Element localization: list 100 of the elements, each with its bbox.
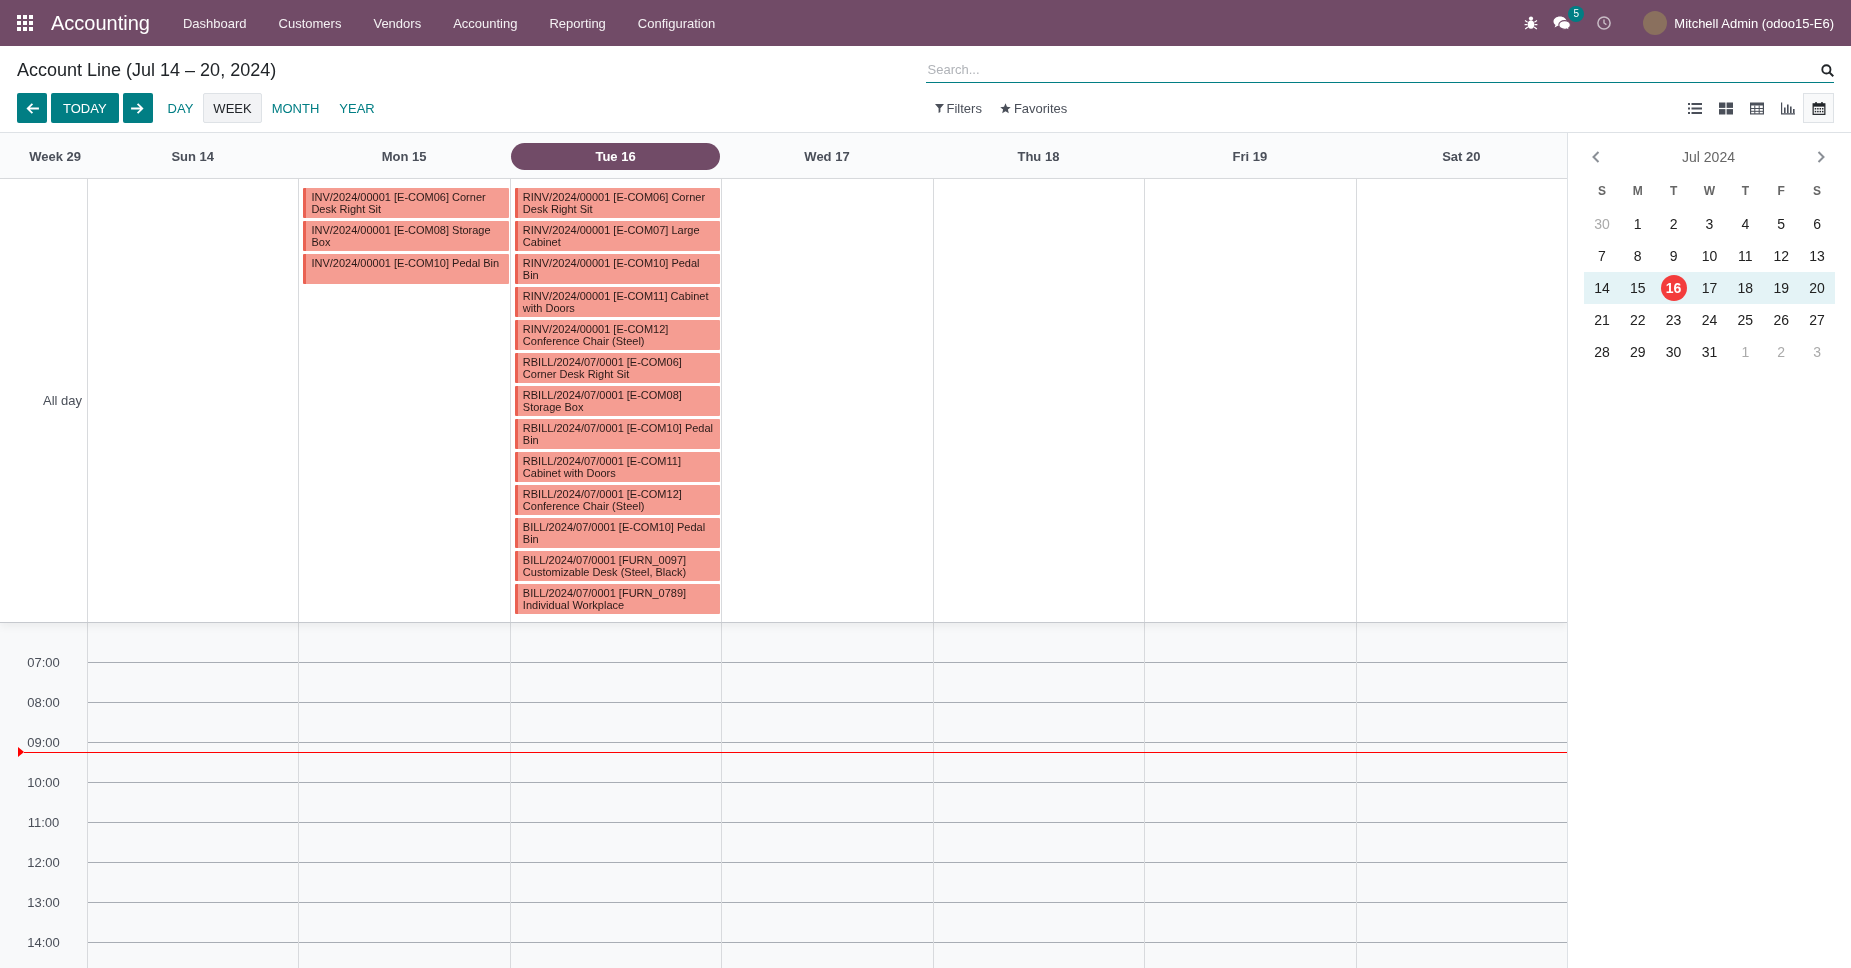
funnel-icon [934, 103, 944, 113]
calendar-day[interactable]: 10 [1696, 243, 1723, 269]
calendar-event[interactable]: RINV/2024/00001 [E-COM11] Cabinet with Doors [514, 287, 721, 317]
nav-menu-item[interactable]: Accounting [437, 15, 534, 31]
scale-tab[interactable]: YEAR [329, 93, 385, 123]
calendar-day[interactable]: 20 [1804, 275, 1831, 301]
today-button[interactable]: TODAY [51, 93, 119, 123]
scale-tab[interactable]: WEEK [203, 93, 262, 123]
calendar-day[interactable]: 3 [1696, 211, 1723, 237]
calendar-event[interactable]: RINV/2024/00001 [E-COM07] Large Cabinet [514, 221, 721, 251]
weekday-label: F [1777, 184, 1785, 198]
calendar-event[interactable]: BILL/2024/07/0001 [E-COM10] Pedal Bin [514, 518, 721, 548]
calendar-event[interactable]: RBILL/2024/07/0001 [E-COM10] Pedal Bin [514, 419, 721, 449]
nav-menu-item[interactable]: Configuration [621, 15, 732, 31]
time-label: 10:00 [27, 774, 60, 790]
search-icon[interactable] [1821, 64, 1834, 77]
nav-menu-item[interactable]: Reporting [533, 15, 622, 31]
weekday-label: S [1813, 184, 1822, 198]
time-label: 09:00 [27, 734, 60, 750]
calendar-day[interactable]: 31 [1696, 339, 1723, 365]
calendar-day[interactable]: 13 [1804, 243, 1831, 269]
time-label: 14:00 [27, 934, 60, 950]
nav-menu-item[interactable]: Dashboard [166, 15, 263, 31]
day-header: Fri 19 [1232, 147, 1268, 166]
weekday-label: T [1741, 184, 1749, 198]
chat-bubbles-icon[interactable] [1553, 15, 1572, 31]
time-label: 13:00 [27, 894, 60, 910]
calendar-event[interactable]: RBILL/2024/07/0001 [E-COM11] Cabinet with Doors [514, 452, 721, 482]
calendar-event[interactable]: INV/2024/00001 [E-COM10] Pedal Bin [303, 254, 509, 284]
calendar-icon [1811, 101, 1826, 115]
clock-icon[interactable] [1597, 16, 1612, 30]
calendar-day[interactable]: 18 [1732, 275, 1759, 301]
calendar-day[interactable]: 11 [1732, 243, 1759, 269]
calendar-day[interactable]: 24 [1696, 307, 1723, 333]
filters-button[interactable]: Filters [934, 93, 982, 123]
calendar-day[interactable]: 17 [1696, 275, 1723, 301]
calendar-day[interactable]: 4 [1732, 211, 1759, 237]
calendar-day[interactable]: 29 [1624, 339, 1651, 365]
calendar-event[interactable]: RBILL/2024/07/0001 [E-COM06] Corner Desk Right Sit [514, 353, 721, 383]
next-button[interactable] [122, 93, 153, 123]
calendar-day[interactable]: 5 [1768, 211, 1795, 237]
search-field[interactable]: Search... [925, 57, 1834, 83]
time-label: 12:00 [27, 854, 60, 870]
calendar-day[interactable]: 6 [1804, 211, 1831, 237]
user-menu[interactable]: Mitchell Admin (odoo15-E6) [1674, 15, 1834, 31]
day-header: Sat 20 [1442, 147, 1481, 166]
calendar-day[interactable]: 25 [1732, 307, 1759, 333]
calendar-day[interactable]: 14 [1588, 275, 1615, 301]
calendar-day[interactable]: 2 [1660, 211, 1687, 237]
chevron-left-icon[interactable] [1592, 151, 1600, 163]
app-name-link[interactable]: Accounting [51, 11, 150, 35]
calendar-event[interactable]: RINV/2024/00001 [E-COM10] Pedal Bin [514, 254, 721, 284]
arrow-right-icon [131, 102, 145, 114]
table-icon [1749, 101, 1764, 115]
bar-chart-icon [1780, 101, 1795, 115]
calendar-day[interactable]: 15 [1624, 275, 1651, 301]
nav-menu-item[interactable]: Customers [262, 15, 358, 31]
star-icon [999, 102, 1011, 114]
day-header: Wed 17 [804, 147, 850, 166]
calendar-day[interactable]: 30 [1660, 339, 1687, 365]
calendar-event[interactable]: BILL/2024/07/0001 [FURN_0789] Individual Workplace [514, 584, 721, 614]
favorites-button[interactable]: Favorites [999, 93, 1068, 123]
bug-icon[interactable] [1524, 16, 1539, 30]
day-header: Mon 15 [381, 147, 427, 166]
calendar-day[interactable]: 16 [1660, 275, 1687, 301]
calendar-day[interactable]: 28 [1588, 339, 1615, 365]
calendar-day[interactable]: 12 [1768, 243, 1795, 269]
time-label: 07:00 [27, 654, 60, 670]
calendar-event[interactable]: RBILL/2024/07/0001 [E-COM12] Conference Chair (Steel) [514, 485, 721, 515]
chevron-right-icon[interactable] [1817, 151, 1825, 163]
weekday-label: W [1703, 184, 1716, 198]
nav-menu-item[interactable]: Vendors [357, 15, 438, 31]
calendar-event[interactable]: RBILL/2024/07/0001 [E-COM08] Storage Box [514, 386, 721, 416]
calendar-event[interactable]: INV/2024/00001 [E-COM08] Storage Box [303, 221, 509, 251]
calendar-day[interactable]: 8 [1624, 243, 1651, 269]
scale-tab[interactable]: DAY [157, 93, 204, 123]
view-switch-button[interactable] [1803, 93, 1834, 123]
calendar-event[interactable]: INV/2024/00001 [E-COM06] Corner Desk Right Sit [303, 188, 509, 218]
calendar-day[interactable]: 26 [1768, 307, 1795, 333]
kanban-icon [1718, 101, 1733, 115]
day-header: Tue 16 [510, 142, 721, 170]
weekday-label: S [1597, 184, 1606, 198]
calendar-day[interactable]: 9 [1660, 243, 1687, 269]
weekday-label: T [1669, 184, 1678, 198]
calendar-day[interactable]: 21 [1588, 307, 1615, 333]
calendar-day[interactable]: 7 [1588, 243, 1615, 269]
calendar-day[interactable]: 1 [1624, 211, 1651, 237]
calendar-event[interactable]: RINV/2024/00001 [E-COM12] Conference Chair (Steel) [514, 320, 721, 350]
scale-tab[interactable]: MONTH [261, 93, 330, 123]
calendar-day[interactable]: 22 [1624, 307, 1651, 333]
calendar-event[interactable]: RINV/2024/00001 [E-COM06] Corner Desk Right Sit [514, 188, 721, 218]
calendar-day[interactable]: 27 [1804, 307, 1831, 333]
calendar-event[interactable]: BILL/2024/07/0001 [FURN_0097] Customizable Desk (Steel, Black) [514, 551, 721, 581]
page-title: Account Line (Jul 14 – 20, 2024) [17, 59, 278, 82]
app-grid-icon[interactable] [17, 15, 33, 31]
calendar-day[interactable]: 19 [1768, 275, 1795, 301]
calendar-day[interactable]: 23 [1660, 307, 1687, 333]
list-icon [1687, 101, 1702, 115]
previous-button[interactable] [17, 93, 47, 123]
day-header: Thu 18 [1017, 147, 1060, 166]
